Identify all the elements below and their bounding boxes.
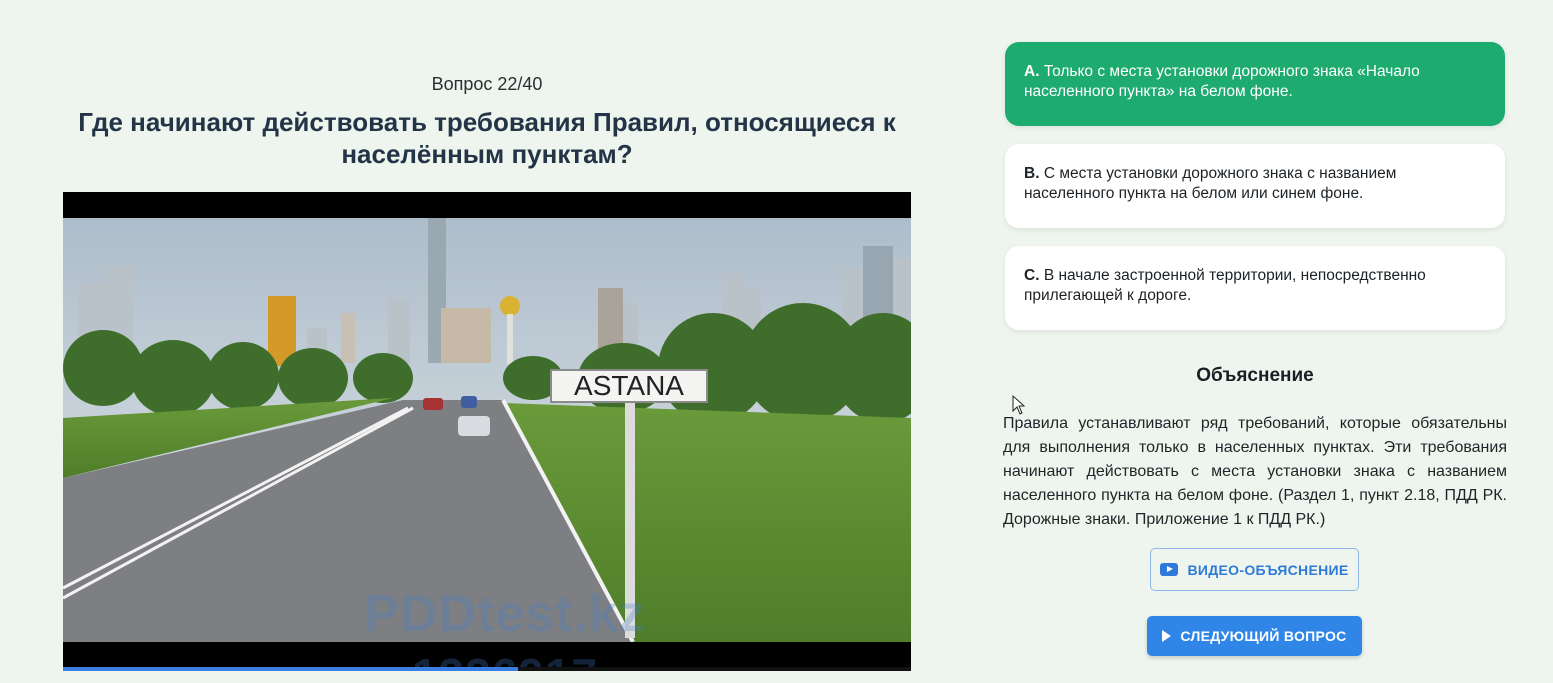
next-question-button[interactable]: СЛЕДУЮЩИЙ ВОПРОС [1147,616,1362,656]
answer-letter: A. [1024,63,1040,80]
youtube-icon [1160,563,1179,576]
answer-text: Только с места установки дорожного знака… [1024,63,1420,100]
explanation-title: Объяснение [1196,365,1314,386]
next-question-label: СЛЕДУЮЩИЙ ВОПРОС [1180,628,1347,644]
answer-option-c[interactable]: C. В начале застроенной территории, непо… [1005,246,1505,330]
city-sign-text: ASTANA [574,370,684,401]
watermark-id: 1336917 [81,648,911,669]
video-progress-bar[interactable] [63,667,911,671]
answer-text: В начале застроенной территории, непосре… [1024,267,1426,304]
video-player[interactable]: ASTANA PDDtest.kz 1336917 [63,192,911,669]
answer-letter: B. [1024,165,1040,182]
play-icon [1162,630,1172,642]
quiz-page: Вопрос 22/40 Где начинают действовать тр… [0,0,1553,683]
mouse-pointer-icon [1012,395,1026,415]
answer-option-b[interactable]: B. С места установки дорожного знака с н… [1005,144,1505,228]
video-progress-fill [63,667,518,671]
video-frame: ASTANA [63,218,911,642]
answer-text: С места установки дорожного знака с назв… [1024,165,1397,202]
video-explanation-button[interactable]: ВИДЕО-ОБЪЯСНЕНИЕ [1150,548,1359,591]
question-title: Где начинают действовать требования Прав… [78,107,896,169]
explanation-text: Правила устанавливают ряд требований, ко… [1003,415,1507,528]
watermark-site: PDDtest.kz [364,585,646,643]
answer-letter: C. [1024,267,1040,284]
answer-option-a[interactable]: A. Только с места установки дорожного зн… [1005,42,1505,126]
question-counter: Вопрос 22/40 [431,74,543,94]
baiterek-sphere [500,296,520,316]
video-explanation-label: ВИДЕО-ОБЪЯСНЕНИЕ [1187,561,1349,578]
